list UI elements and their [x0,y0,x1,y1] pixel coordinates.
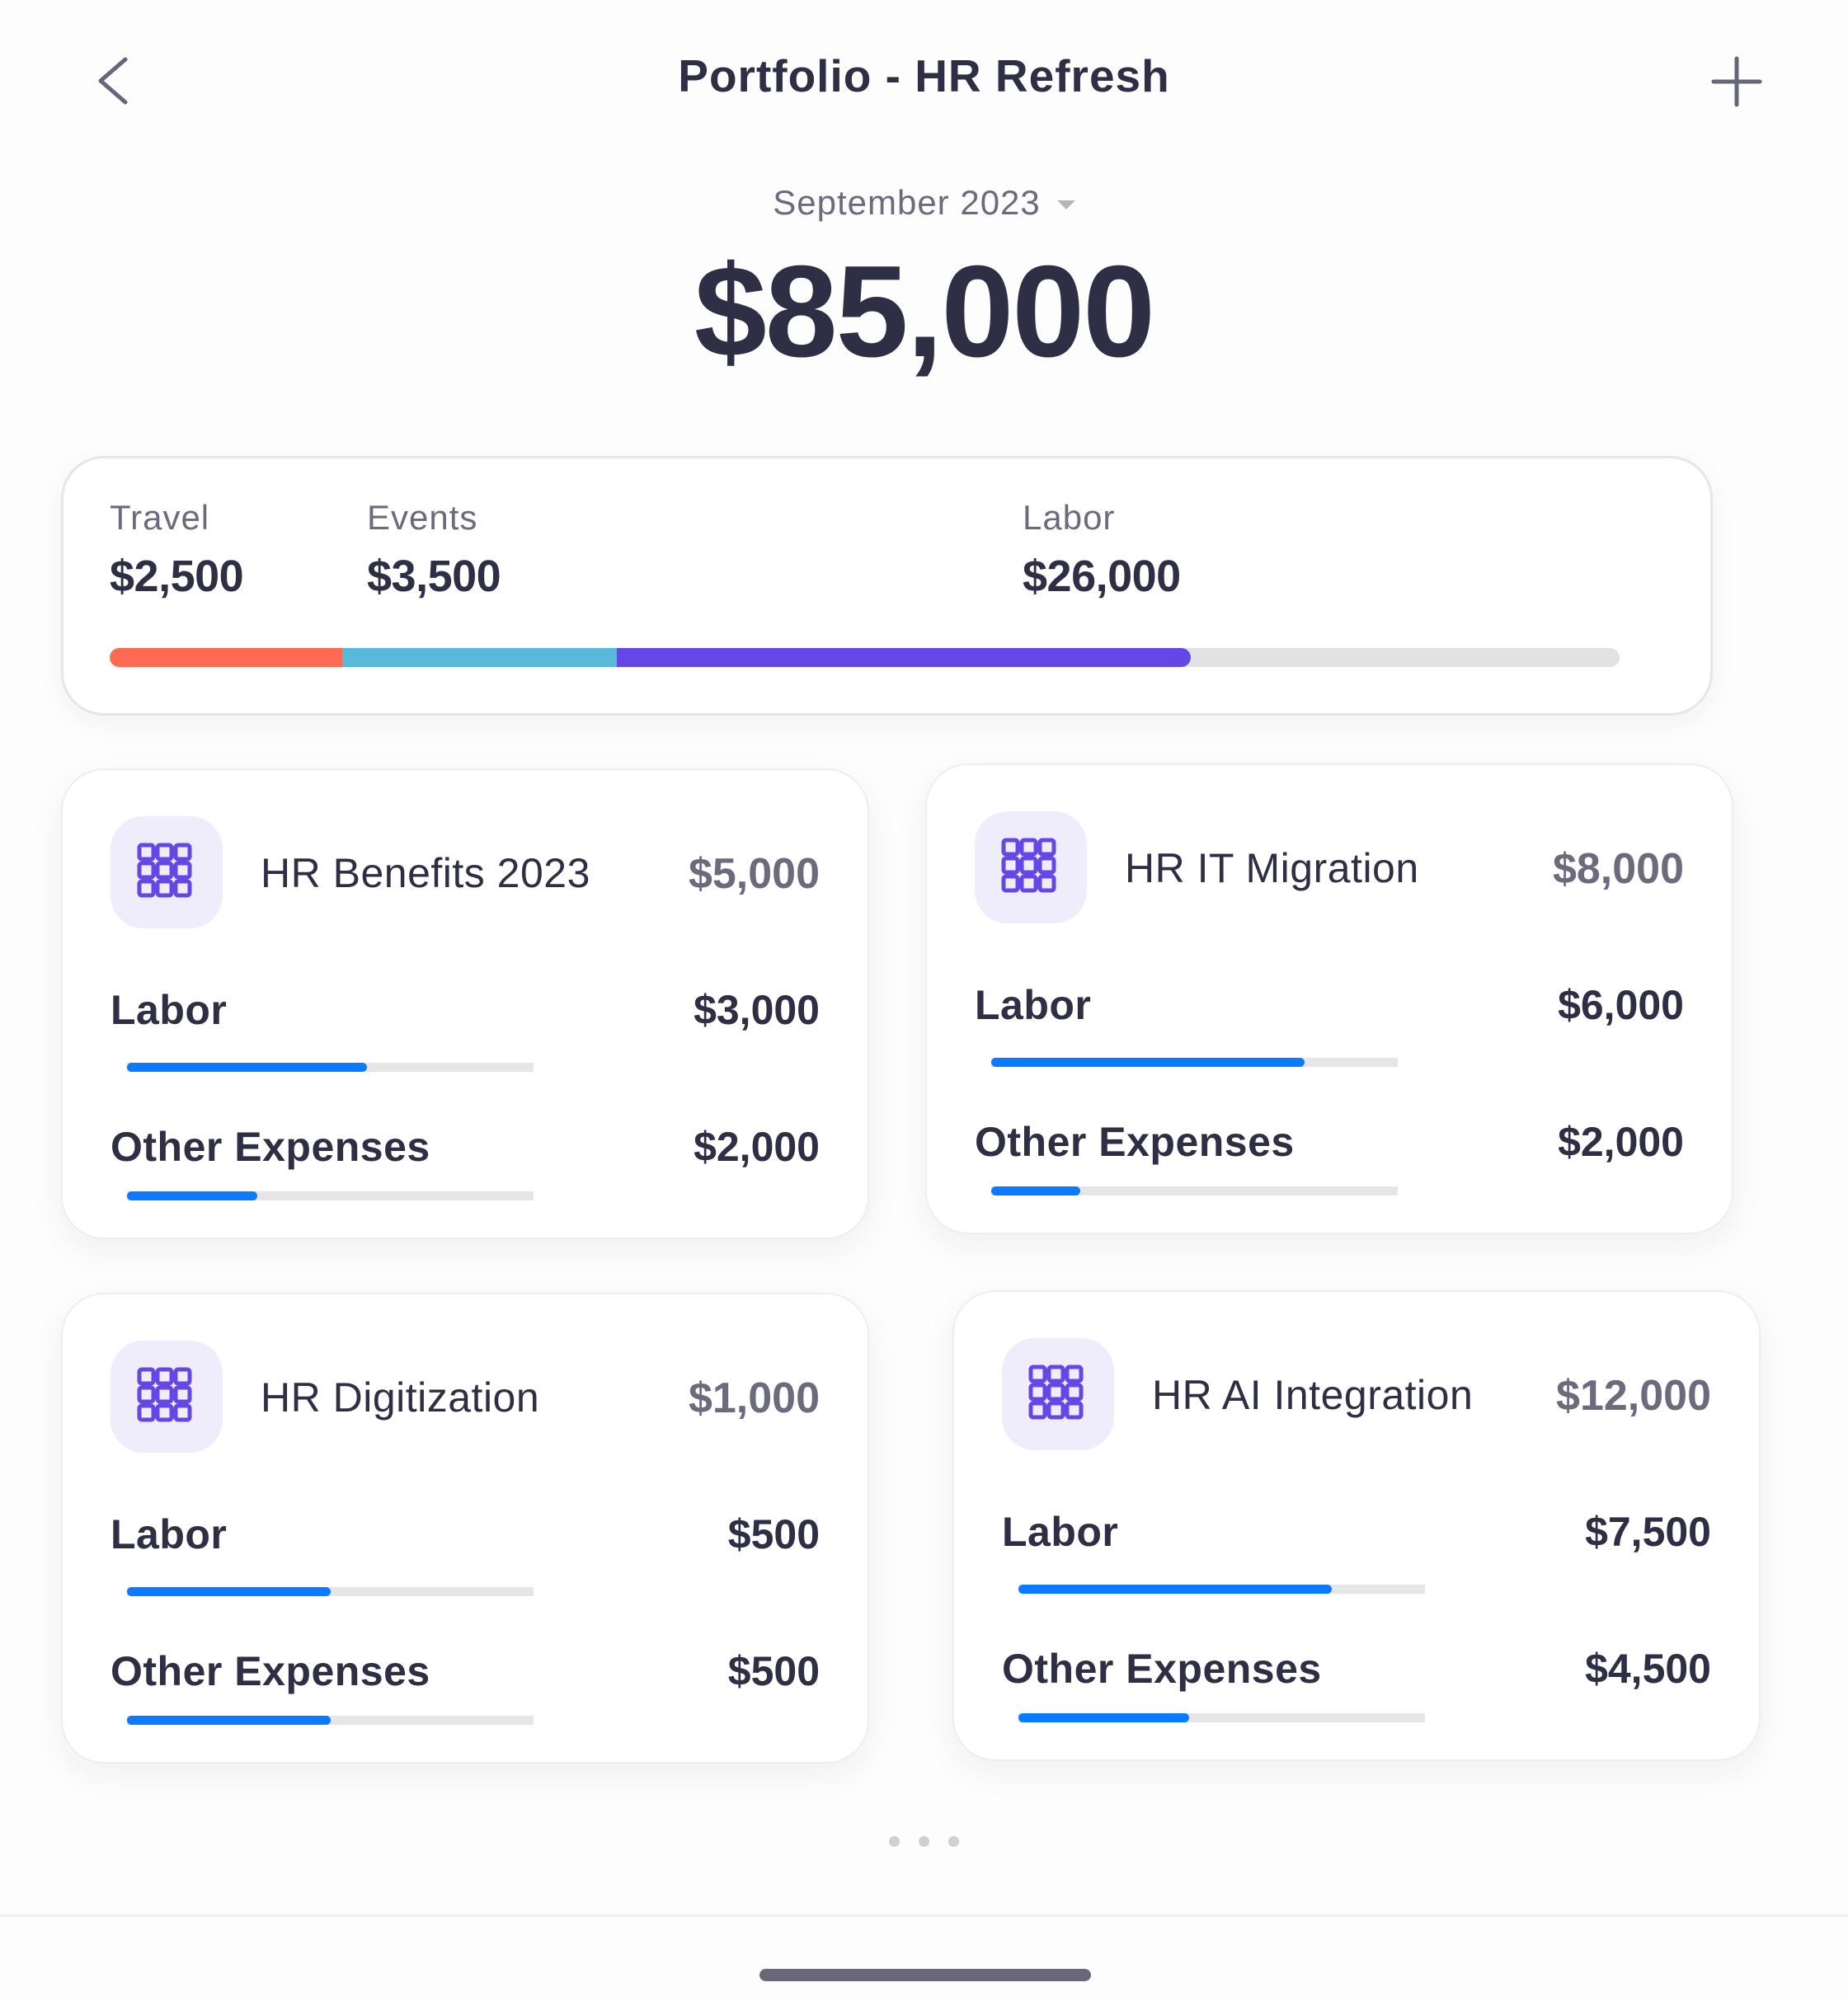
category-events: Events $3,500 [367,498,501,602]
project-title: HR Digitization [261,1374,540,1421]
grid-icon [137,843,192,898]
labor-label: Labor [111,1511,228,1557]
labor-progress-bar [127,1587,534,1596]
labor-value: $500 [727,1511,820,1557]
budget-segment-travel [110,648,342,667]
project-card[interactable]: HR AI Integration $12,000 Labor $7,500 O… [952,1290,1761,1761]
category-label: Labor [1023,498,1116,537]
add-button[interactable] [1709,54,1765,110]
labor-label: Labor [975,982,1092,1028]
project-icon [1002,1338,1114,1450]
other-expenses-progress-bar [991,1186,1398,1195]
period-selector[interactable]: September 2023 [0,183,1848,223]
project-total: $8,000 [1552,845,1684,893]
category-label: Travel [110,498,210,537]
labor-value: $3,000 [694,987,820,1033]
project-title: HR Benefits 2023 [261,850,590,896]
other-expenses-progress-bar [1018,1713,1425,1722]
labor-progress-bar [127,1063,534,1072]
other-expenses-label: Other Expenses [975,1119,1295,1165]
budget-segment-labor [617,648,1191,667]
other-expenses-progress-fill [991,1186,1081,1195]
other-expenses-value: $4,500 [1585,1646,1711,1692]
page-dot[interactable] [889,1836,900,1847]
grid-icon [1001,838,1056,893]
page-dot[interactable] [948,1836,959,1847]
project-icon [975,811,1087,923]
category-label: Events [367,498,478,537]
labor-value: $7,500 [1585,1509,1711,1555]
total-amount: $85,000 [694,239,1155,384]
labor-progress-fill [1018,1585,1332,1594]
category-labor: Labor $26,000 [1023,498,1181,602]
other-expenses-label: Other Expenses [111,1648,430,1694]
other-expenses-value: $2,000 [694,1124,820,1170]
period-label: September 2023 [773,183,1041,222]
labor-label: Labor [1002,1509,1119,1555]
home-indicator[interactable] [759,1969,1091,1981]
budget-breakdown-bar [110,648,1620,667]
labor-progress-bar [991,1058,1398,1067]
project-title: HR IT Migration [1125,845,1419,891]
labor-label: Labor [111,987,228,1033]
grid-icon [137,1367,192,1422]
summary-card: Travel $2,500 Events $3,500 Labor $26,00… [61,456,1713,716]
other-expenses-value: $500 [727,1648,820,1694]
project-card[interactable]: HR Digitization $1,000 Labor $500 Other … [61,1293,869,1764]
project-icon [111,816,223,928]
category-value: $2,500 [110,552,244,601]
budget-segment-events [341,648,618,667]
project-total: $12,000 [1556,1372,1711,1420]
labor-value: $6,000 [1558,982,1684,1028]
caret-down-icon [1056,200,1075,209]
project-icon [111,1341,223,1453]
plus-icon [1711,56,1762,107]
labor-progress-fill [991,1058,1305,1067]
page-indicator [0,1836,1848,1847]
grid-icon [1028,1365,1084,1420]
other-expenses-progress-fill [127,1716,331,1725]
category-travel: Travel $2,500 [110,498,244,602]
project-card[interactable]: HR Benefits 2023 $5,000 Labor $3,000 Oth… [61,768,869,1239]
category-value: $3,500 [367,552,501,601]
other-expenses-progress-fill [1018,1713,1190,1722]
project-title: HR AI Integration [1152,1372,1474,1418]
category-value: $26,000 [1023,552,1181,601]
labor-progress-bar [1018,1585,1425,1594]
labor-progress-fill [127,1063,367,1072]
other-expenses-progress-bar [127,1716,534,1725]
page-title: Portfolio - HR Refresh [678,50,1170,101]
other-expenses-label: Other Expenses [1002,1646,1322,1692]
other-expenses-label: Other Expenses [111,1124,430,1170]
page-dot[interactable] [919,1836,929,1847]
labor-progress-fill [127,1587,331,1596]
project-card[interactable]: HR IT Migration $8,000 Labor $6,000 Othe… [925,763,1733,1234]
other-expenses-value: $2,000 [1558,1119,1684,1165]
project-total: $5,000 [688,850,820,898]
bottom-divider [0,1914,1848,1917]
project-total: $1,000 [688,1374,820,1422]
other-expenses-progress-fill [127,1191,257,1200]
other-expenses-progress-bar [127,1191,534,1200]
